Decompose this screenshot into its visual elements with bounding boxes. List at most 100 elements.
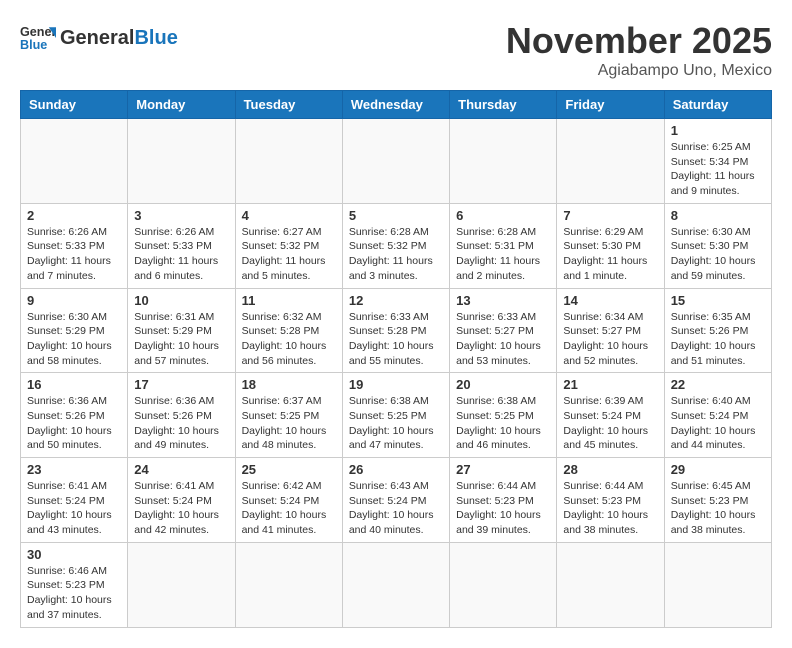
day-number: 1 (671, 123, 765, 138)
day-info: Sunrise: 6:27 AM Sunset: 5:32 PM Dayligh… (242, 225, 336, 284)
calendar-day-cell: 15Sunrise: 6:35 AM Sunset: 5:26 PM Dayli… (664, 288, 771, 373)
title-section: November 2025 Agiabampo Uno, Mexico (506, 20, 772, 80)
day-number: 18 (242, 377, 336, 392)
calendar-day-cell (342, 542, 449, 627)
calendar-day-cell: 28Sunrise: 6:44 AM Sunset: 5:23 PM Dayli… (557, 458, 664, 543)
calendar-day-cell: 17Sunrise: 6:36 AM Sunset: 5:26 PM Dayli… (128, 373, 235, 458)
calendar-day-cell: 9Sunrise: 6:30 AM Sunset: 5:29 PM Daylig… (21, 288, 128, 373)
day-of-week-header: Saturday (664, 91, 771, 119)
calendar-day-cell (664, 542, 771, 627)
day-info: Sunrise: 6:34 AM Sunset: 5:27 PM Dayligh… (563, 310, 657, 369)
calendar-day-cell (450, 542, 557, 627)
day-number: 4 (242, 208, 336, 223)
calendar-week-row: 30 Sunrise: 6:46 AM Sunset: 5:23 PM Dayli… (21, 542, 772, 627)
day-number: 27 (456, 462, 550, 477)
calendar-day-cell (557, 542, 664, 627)
calendar-day-cell: 6 Sunrise: 6:28 AM Sunset: 5:31 PM Daylig… (450, 203, 557, 288)
day-number: 19 (349, 377, 443, 392)
day-info: Sunrise: 6:40 AM Sunset: 5:24 PM Dayligh… (671, 394, 765, 453)
calendar-day-cell: 14 Sunrise: 6:34 AM Sunset: 5:27 PM Dayli… (557, 288, 664, 373)
day-number: 30 (27, 547, 121, 562)
location: Agiabampo Uno, Mexico (506, 62, 772, 80)
calendar-day-cell (342, 119, 449, 204)
day-info: Sunrise: 6:33 AM Sunset: 5:28 PM Dayligh… (349, 310, 443, 369)
day-info: Sunrise: 6:26 AM Sunset: 5:33 PM Dayligh… (134, 225, 228, 284)
day-number: 23 (27, 462, 121, 477)
calendar-day-cell: 10 Sunrise: 6:31 AM Sunset: 5:29 PM Dayli… (128, 288, 235, 373)
svg-text:Blue: Blue (20, 38, 47, 52)
calendar-day-cell: 5 Sunrise: 6:28 AM Sunset: 5:32 PM Daylig… (342, 203, 449, 288)
day-info: Sunrise: 6:46 AM Sunset: 5:23 PM Dayligh… (27, 564, 121, 623)
day-number: 16 (27, 377, 121, 392)
day-number: 22 (671, 377, 765, 392)
day-of-week-header: Wednesday (342, 91, 449, 119)
day-info: Sunrise: 6:28 AM Sunset: 5:32 PM Dayligh… (349, 225, 443, 284)
day-of-week-header: Tuesday (235, 91, 342, 119)
day-number: 10 (134, 293, 228, 308)
calendar-day-cell: 23 Sunrise: 6:41 AM Sunset: 5:24 PM Dayli… (21, 458, 128, 543)
day-of-week-header: Friday (557, 91, 664, 119)
day-of-week-header: Monday (128, 91, 235, 119)
day-info: Sunrise: 6:28 AM Sunset: 5:31 PM Dayligh… (456, 225, 550, 284)
day-info: Sunrise: 6:31 AM Sunset: 5:29 PM Dayligh… (134, 310, 228, 369)
day-number: 8 (671, 208, 765, 223)
day-info: Sunrise: 6:38 AM Sunset: 5:25 PM Dayligh… (456, 394, 550, 453)
calendar-day-cell: 8Sunrise: 6:30 AM Sunset: 5:30 PM Daylig… (664, 203, 771, 288)
calendar-week-row: 9Sunrise: 6:30 AM Sunset: 5:29 PM Daylig… (21, 288, 772, 373)
day-number: 28 (563, 462, 657, 477)
calendar-day-cell: 21Sunrise: 6:39 AM Sunset: 5:24 PM Dayli… (557, 373, 664, 458)
calendar-day-cell: 22 Sunrise: 6:40 AM Sunset: 5:24 PM Dayli… (664, 373, 771, 458)
calendar-day-cell: 25Sunrise: 6:42 AM Sunset: 5:24 PM Dayli… (235, 458, 342, 543)
day-info: Sunrise: 6:29 AM Sunset: 5:30 PM Dayligh… (563, 225, 657, 284)
calendar-day-cell (557, 119, 664, 204)
logo-text: GeneralBlue (60, 27, 178, 49)
day-number: 11 (242, 293, 336, 308)
calendar-day-cell: 24Sunrise: 6:41 AM Sunset: 5:24 PM Dayli… (128, 458, 235, 543)
day-info: Sunrise: 6:38 AM Sunset: 5:25 PM Dayligh… (349, 394, 443, 453)
day-number: 7 (563, 208, 657, 223)
calendar-day-cell: 3 Sunrise: 6:26 AM Sunset: 5:33 PM Daylig… (128, 203, 235, 288)
day-number: 2 (27, 208, 121, 223)
calendar-day-cell: 16 Sunrise: 6:36 AM Sunset: 5:26 PM Dayli… (21, 373, 128, 458)
day-info: Sunrise: 6:36 AM Sunset: 5:26 PM Dayligh… (27, 394, 121, 453)
calendar-day-cell: 19 Sunrise: 6:38 AM Sunset: 5:25 PM Dayli… (342, 373, 449, 458)
month-title: November 2025 (506, 20, 772, 62)
calendar-day-cell: 18Sunrise: 6:37 AM Sunset: 5:25 PM Dayli… (235, 373, 342, 458)
day-number: 12 (349, 293, 443, 308)
day-info: Sunrise: 6:39 AM Sunset: 5:24 PM Dayligh… (563, 394, 657, 453)
calendar-day-cell: 13Sunrise: 6:33 AM Sunset: 5:27 PM Dayli… (450, 288, 557, 373)
calendar-day-cell (450, 119, 557, 204)
calendar-day-cell (235, 119, 342, 204)
calendar-day-cell: 27Sunrise: 6:44 AM Sunset: 5:23 PM Dayli… (450, 458, 557, 543)
day-info: Sunrise: 6:35 AM Sunset: 5:26 PM Dayligh… (671, 310, 765, 369)
calendar-day-cell (128, 119, 235, 204)
day-info: Sunrise: 6:41 AM Sunset: 5:24 PM Dayligh… (27, 479, 121, 538)
day-info: Sunrise: 6:26 AM Sunset: 5:33 PM Dayligh… (27, 225, 121, 284)
calendar-day-cell: 26Sunrise: 6:43 AM Sunset: 5:24 PM Dayli… (342, 458, 449, 543)
day-number: 5 (349, 208, 443, 223)
calendar-day-cell (21, 119, 128, 204)
day-info: Sunrise: 6:42 AM Sunset: 5:24 PM Dayligh… (242, 479, 336, 538)
calendar-week-row: 23 Sunrise: 6:41 AM Sunset: 5:24 PM Dayli… (21, 458, 772, 543)
day-number: 3 (134, 208, 228, 223)
day-info: Sunrise: 6:25 AM Sunset: 5:34 PM Dayligh… (671, 140, 765, 199)
day-info: Sunrise: 6:41 AM Sunset: 5:24 PM Dayligh… (134, 479, 228, 538)
day-number: 26 (349, 462, 443, 477)
day-info: Sunrise: 6:36 AM Sunset: 5:26 PM Dayligh… (134, 394, 228, 453)
calendar-day-cell: 12 Sunrise: 6:33 AM Sunset: 5:28 PM Dayli… (342, 288, 449, 373)
day-number: 6 (456, 208, 550, 223)
day-info: Sunrise: 6:30 AM Sunset: 5:29 PM Dayligh… (27, 310, 121, 369)
day-of-week-header: Thursday (450, 91, 557, 119)
day-number: 13 (456, 293, 550, 308)
calendar-week-row: 1 Sunrise: 6:25 AM Sunset: 5:34 PM Daylig… (21, 119, 772, 204)
day-number: 14 (563, 293, 657, 308)
calendar-day-cell: 7 Sunrise: 6:29 AM Sunset: 5:30 PM Daylig… (557, 203, 664, 288)
calendar-day-cell (128, 542, 235, 627)
calendar-day-cell: 20Sunrise: 6:38 AM Sunset: 5:25 PM Dayli… (450, 373, 557, 458)
calendar-day-cell: 29Sunrise: 6:45 AM Sunset: 5:23 PM Dayli… (664, 458, 771, 543)
day-number: 29 (671, 462, 765, 477)
calendar-day-cell: 1 Sunrise: 6:25 AM Sunset: 5:34 PM Daylig… (664, 119, 771, 204)
calendar-day-cell: 11Sunrise: 6:32 AM Sunset: 5:28 PM Dayli… (235, 288, 342, 373)
calendar-day-cell: 4 Sunrise: 6:27 AM Sunset: 5:32 PM Daylig… (235, 203, 342, 288)
calendar-week-row: 16 Sunrise: 6:36 AM Sunset: 5:26 PM Dayli… (21, 373, 772, 458)
